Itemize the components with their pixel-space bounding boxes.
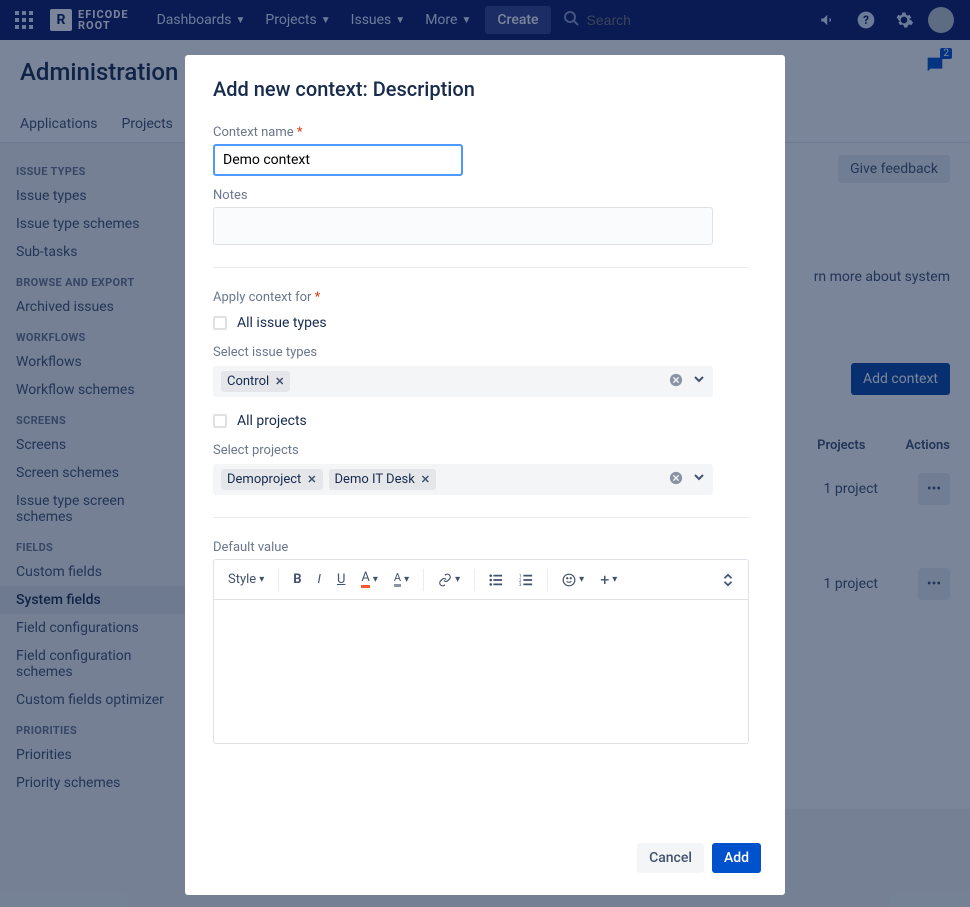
remove-tag-icon[interactable]: ✕: [275, 375, 284, 388]
editor-toolbar: Style▾ B I U A▾ A▾ ▾ 123 ▾ +▾: [213, 559, 749, 599]
collapse-button[interactable]: [716, 569, 740, 591]
all-projects-checkbox[interactable]: [213, 414, 227, 428]
chevron-down-icon[interactable]: [693, 471, 705, 489]
all-issue-types-row: All issue types: [213, 315, 757, 331]
remove-tag-icon[interactable]: ✕: [421, 473, 430, 486]
all-issue-types-checkbox[interactable]: [213, 316, 227, 330]
bullet-list-button[interactable]: [483, 569, 509, 591]
highlight-button[interactable]: A▾: [388, 568, 415, 591]
all-issue-types-label: All issue types: [237, 315, 327, 331]
apply-context-label: Apply context for *: [213, 290, 757, 305]
emoji-button[interactable]: ▾: [556, 569, 590, 591]
italic-button[interactable]: I: [312, 568, 327, 591]
remove-tag-icon[interactable]: ✕: [307, 473, 316, 486]
bold-button[interactable]: B: [287, 568, 307, 591]
clear-icon[interactable]: [669, 373, 683, 391]
add-context-modal: Add new context: Description Context nam…: [185, 55, 785, 895]
modal-overlay: Add new context: Description Context nam…: [0, 0, 970, 907]
context-name-input[interactable]: [213, 144, 463, 176]
divider: [213, 267, 749, 268]
projects-select[interactable]: Demoproject✕ Demo IT Desk✕: [213, 464, 713, 495]
editor-textarea[interactable]: [213, 599, 749, 744]
tag-control: Control✕: [221, 371, 290, 392]
more-button[interactable]: +▾: [594, 566, 623, 593]
underline-button[interactable]: U: [331, 568, 351, 591]
chevron-down-icon[interactable]: [693, 373, 705, 391]
all-projects-row: All projects: [213, 413, 757, 429]
modal-footer: Cancel Add: [185, 829, 785, 895]
select-issue-types-label: Select issue types: [213, 345, 757, 360]
notes-label: Notes: [213, 188, 757, 203]
numbered-list-button[interactable]: 123: [513, 569, 539, 591]
tag-demo-it-desk: Demo IT Desk✕: [329, 469, 437, 490]
add-button[interactable]: Add: [712, 843, 761, 873]
divider: [213, 517, 749, 518]
context-name-label: Context name *: [213, 125, 757, 140]
svg-text:3: 3: [519, 583, 522, 587]
notes-input[interactable]: [213, 207, 713, 245]
style-dropdown[interactable]: Style▾: [222, 568, 270, 591]
all-projects-label: All projects: [237, 413, 307, 429]
select-projects-label: Select projects: [213, 443, 757, 458]
tag-demoproject: Demoproject✕: [221, 469, 323, 490]
link-button[interactable]: ▾: [432, 569, 466, 591]
text-color-button[interactable]: A▾: [355, 567, 384, 592]
modal-title: Add new context: Description: [213, 77, 757, 101]
issue-types-select[interactable]: Control✕: [213, 366, 713, 397]
clear-icon[interactable]: [669, 471, 683, 489]
modal-body: Add new context: Description Context nam…: [185, 55, 785, 829]
cancel-button[interactable]: Cancel: [637, 843, 704, 873]
default-value-label: Default value: [213, 540, 757, 555]
